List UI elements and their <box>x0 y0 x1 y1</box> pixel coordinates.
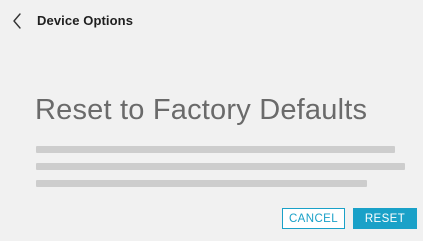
header-bar: Device Options <box>0 0 423 42</box>
back-button[interactable] <box>8 12 26 30</box>
description-line <box>36 163 405 170</box>
page-title: Reset to Factory Defaults <box>35 94 368 126</box>
header-title: Device Options <box>37 13 134 28</box>
cancel-button[interactable]: CANCEL <box>282 208 345 229</box>
description-line <box>36 146 395 153</box>
chevron-left-icon <box>12 13 22 29</box>
device-options-screen: Device Options Reset to Factory Defaults… <box>0 0 423 241</box>
description-line <box>36 180 367 187</box>
reset-button[interactable]: RESET <box>353 208 417 229</box>
